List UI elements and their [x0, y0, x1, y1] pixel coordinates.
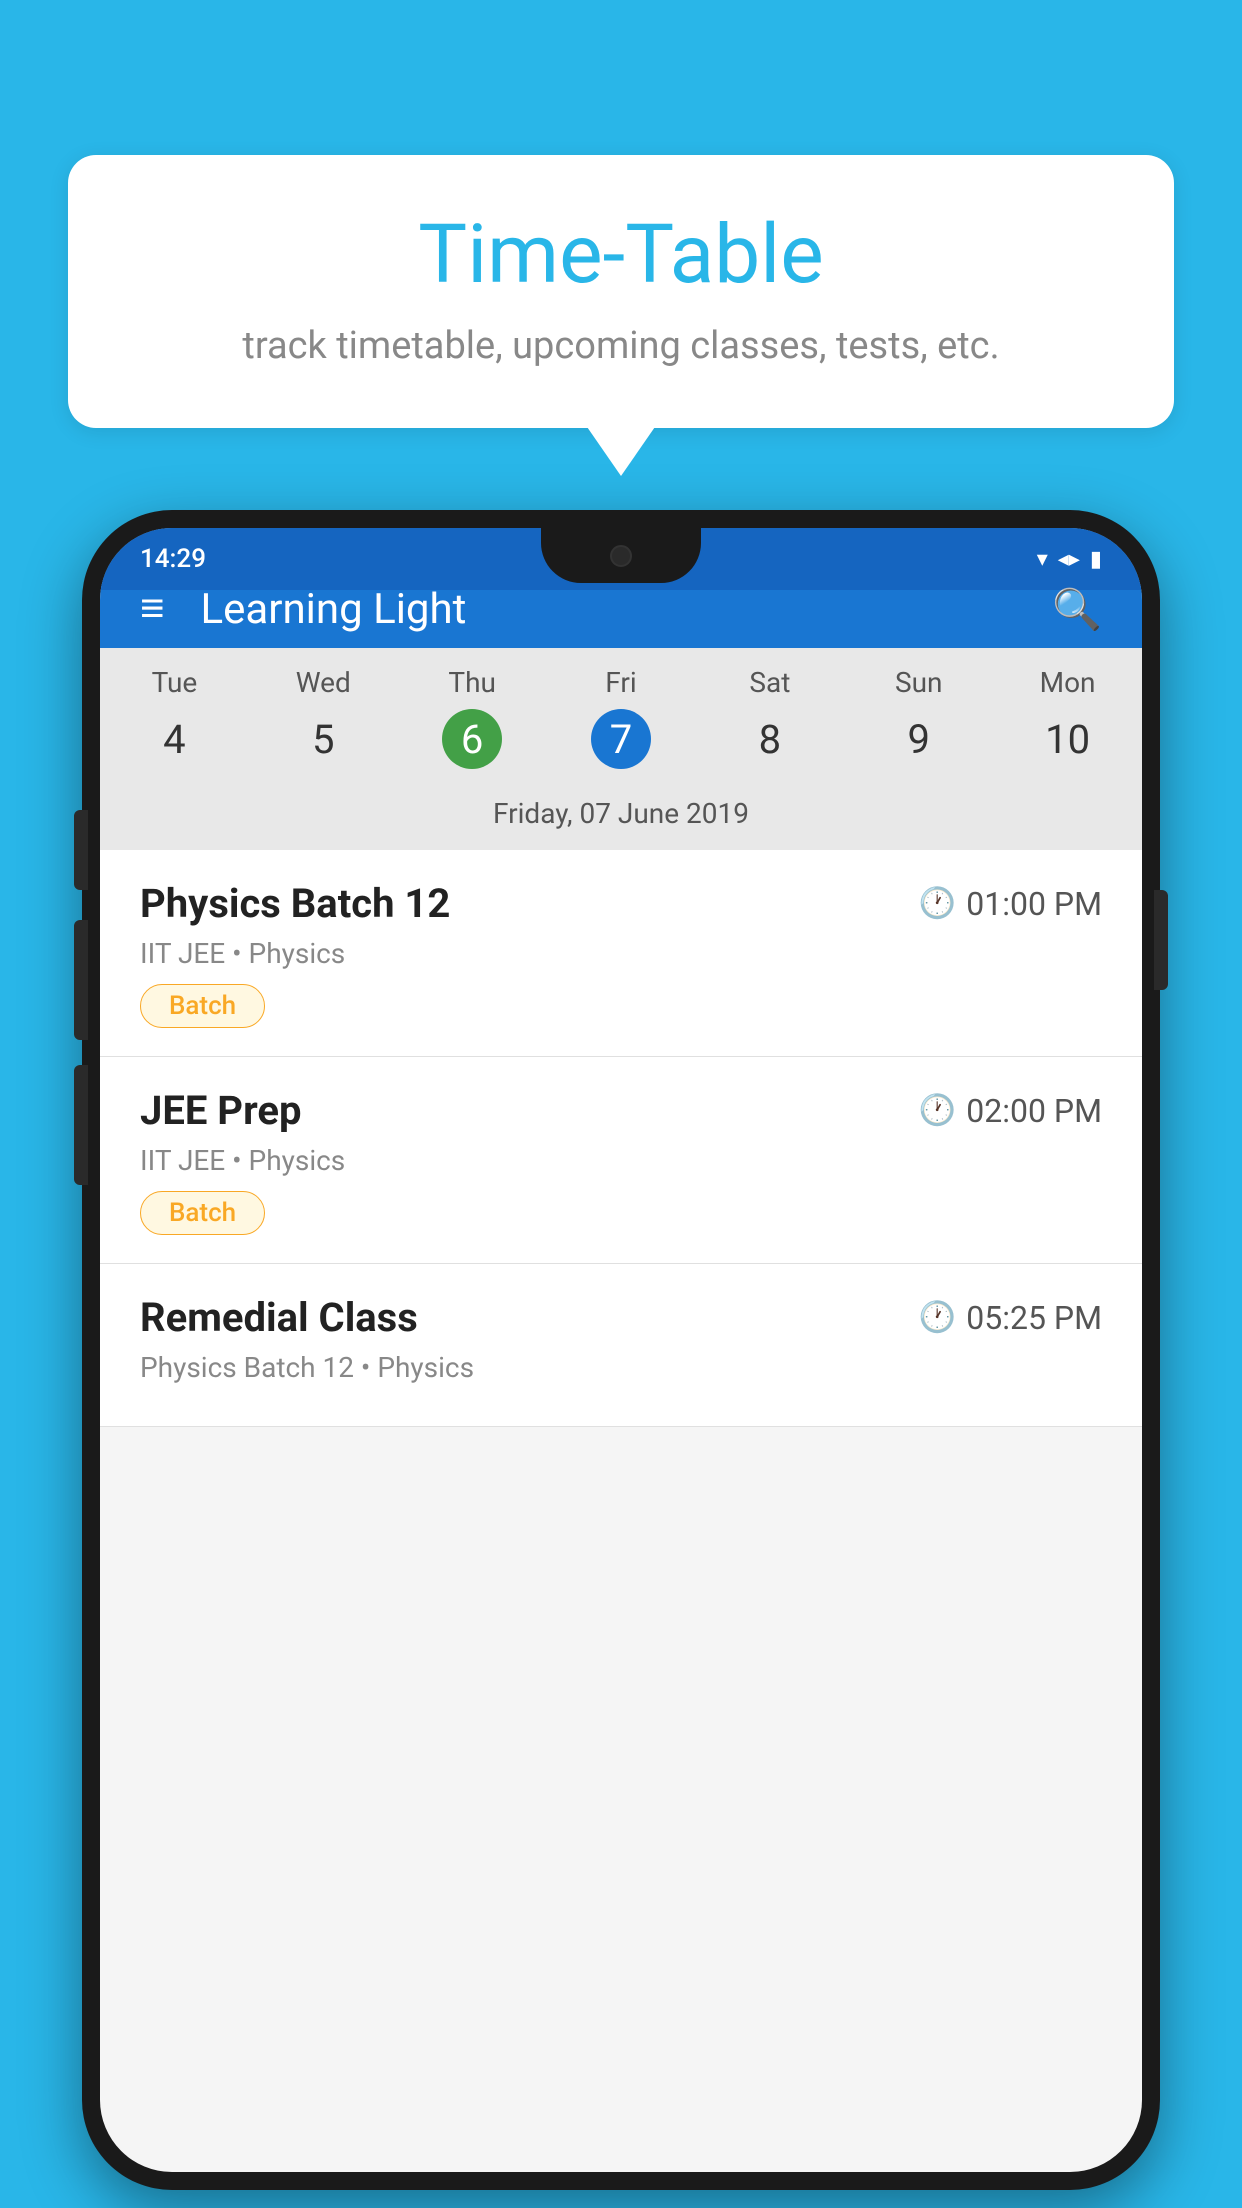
schedule-item[interactable]: JEE Prep 🕐 02:00 PM IIT JEE • Physics Batch — [100, 1057, 1142, 1264]
app-title: Learning Light — [201, 585, 1053, 634]
search-icon[interactable]: 🔍 — [1052, 586, 1102, 633]
schedule-item-time: 🕐 01:00 PM — [919, 885, 1102, 923]
weekdays-row: Tue 4 Wed 5 Thu 6 Fri 7 Sat 8 Sun 9 Mon 10 — [100, 648, 1142, 781]
status-icons: ▾ ◂▸ ▮ — [1037, 547, 1102, 572]
schedule-item-subtitle: IIT JEE • Physics — [140, 937, 1102, 970]
schedule-item-header: JEE Prep 🕐 02:00 PM — [140, 1087, 1102, 1134]
battery-icon: ▮ — [1090, 547, 1102, 572]
signal-icon: ◂▸ — [1058, 547, 1080, 572]
time-text: 02:00 PM — [966, 1092, 1102, 1130]
weekday-number[interactable]: 9 — [889, 709, 949, 769]
weekday-name: Wed — [249, 666, 398, 699]
batch-badge: Batch — [140, 1191, 265, 1235]
speech-bubble-container: Time-Table track timetable, upcoming cla… — [68, 155, 1174, 428]
calendar-section: Tue 4 Wed 5 Thu 6 Fri 7 Sat 8 Sun 9 Mon 10 Friday, 07… — [100, 648, 1142, 850]
weekday-name: Fri — [547, 666, 696, 699]
clock-icon: 🕐 — [919, 1093, 956, 1128]
schedule-item-header: Remedial Class 🕐 05:25 PM — [140, 1294, 1102, 1341]
weekday-name: Sat — [695, 666, 844, 699]
clock-icon: 🕐 — [919, 886, 956, 921]
weekday-name: Sun — [844, 666, 993, 699]
front-camera — [610, 545, 632, 567]
schedule-item-title: JEE Prep — [140, 1087, 301, 1134]
schedule-item[interactable]: Physics Batch 12 🕐 01:00 PM IIT JEE • Physi… — [100, 850, 1142, 1057]
weekday-item[interactable]: Thu 6 — [398, 666, 547, 781]
schedule-list: Physics Batch 12 🕐 01:00 PM IIT JEE • Physi… — [100, 850, 1142, 1427]
weekday-item[interactable]: Mon 10 — [993, 666, 1142, 781]
schedule-item-title: Physics Batch 12 — [140, 880, 450, 927]
volume-silent-button — [74, 810, 88, 890]
schedule-item-subtitle: IIT JEE • Physics — [140, 1144, 1102, 1177]
schedule-item[interactable]: Remedial Class 🕐 05:25 PM Physics Batch 12 … — [100, 1264, 1142, 1427]
notch — [541, 528, 701, 583]
schedule-item-time: 🕐 02:00 PM — [919, 1092, 1102, 1130]
weekday-item[interactable]: Fri 7 — [547, 666, 696, 781]
weekday-number[interactable]: 8 — [740, 709, 800, 769]
phone-outer: 14:29 ▾ ◂▸ ▮ ≡ Learning Light 🔍 Tu — [82, 510, 1160, 2190]
time-text: 05:25 PM — [966, 1299, 1102, 1337]
weekday-name: Tue — [100, 666, 249, 699]
weekday-item[interactable]: Tue 4 — [100, 666, 249, 781]
weekday-number[interactable]: 5 — [293, 709, 353, 769]
phone-screen: 14:29 ▾ ◂▸ ▮ ≡ Learning Light 🔍 Tu — [100, 528, 1142, 2172]
speech-bubble: Time-Table track timetable, upcoming cla… — [68, 155, 1174, 428]
time-text: 01:00 PM — [966, 885, 1102, 923]
schedule-item-header: Physics Batch 12 🕐 01:00 PM — [140, 880, 1102, 927]
weekday-item[interactable]: Sun 9 — [844, 666, 993, 781]
hamburger-menu-icon[interactable]: ≡ — [140, 588, 165, 630]
weekday-number[interactable]: 4 — [144, 709, 204, 769]
weekday-number[interactable]: 6 — [442, 709, 502, 769]
wifi-icon: ▾ — [1037, 547, 1048, 572]
schedule-item-subtitle: Physics Batch 12 • Physics — [140, 1351, 1102, 1384]
weekday-name: Mon — [993, 666, 1142, 699]
volume-up-button — [74, 920, 88, 1040]
weekday-item[interactable]: Wed 5 — [249, 666, 398, 781]
weekday-number[interactable]: 10 — [1038, 709, 1098, 769]
weekday-item[interactable]: Sat 8 — [695, 666, 844, 781]
selected-date-label: Friday, 07 June 2019 — [100, 781, 1142, 850]
power-button — [1154, 890, 1168, 990]
weekday-name: Thu — [398, 666, 547, 699]
volume-down-button — [74, 1065, 88, 1185]
bubble-title: Time-Table — [128, 210, 1114, 300]
schedule-item-title: Remedial Class — [140, 1294, 418, 1341]
weekday-number[interactable]: 7 — [591, 709, 651, 769]
phone-mockup: 14:29 ▾ ◂▸ ▮ ≡ Learning Light 🔍 Tu — [82, 510, 1160, 2208]
schedule-item-time: 🕐 05:25 PM — [919, 1299, 1102, 1337]
batch-badge: Batch — [140, 984, 265, 1028]
clock-icon: 🕐 — [919, 1300, 956, 1335]
bubble-subtitle: track timetable, upcoming classes, tests… — [128, 320, 1114, 373]
